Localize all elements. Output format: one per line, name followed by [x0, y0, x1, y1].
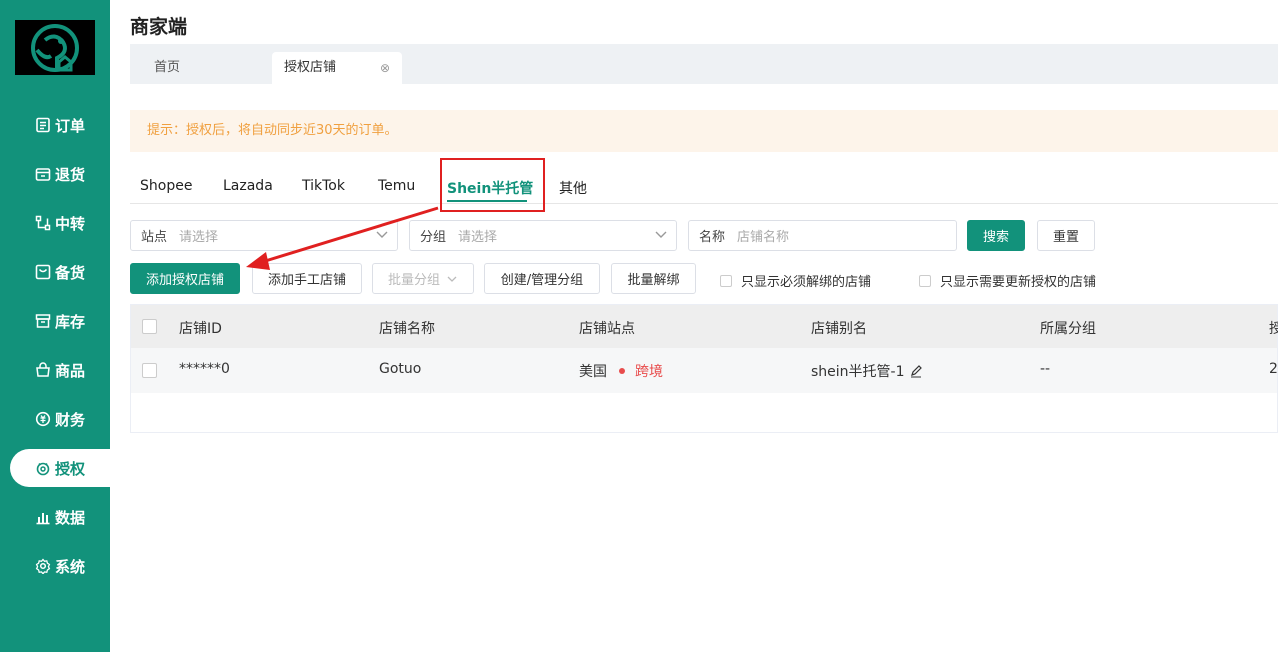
checkbox-label: 只显示必须解绑的店铺	[741, 275, 872, 290]
close-icon[interactable]: ⊗	[380, 52, 390, 84]
tab-divider	[130, 203, 1278, 204]
tab-home[interactable]: 首页	[130, 52, 266, 84]
store-auth: 20	[1269, 361, 1278, 377]
filter-need-reauth[interactable]: 只显示需要更新授权的店铺	[919, 271, 1096, 290]
sidebar-item-products[interactable]: 商品	[10, 351, 110, 389]
store-alias: shein半托管-1	[811, 361, 923, 381]
table-row[interactable]: ******0 Gotuo 美国 跨境 shein半托管-1 -- 20	[131, 348, 1278, 393]
search-button[interactable]: 搜索	[967, 220, 1025, 251]
store-name: Gotuo	[379, 361, 422, 377]
sidebar-item-transfer[interactable]: 中转	[10, 204, 110, 242]
checkbox[interactable]	[919, 274, 931, 287]
sidebar-item-data[interactable]: 数据	[10, 498, 110, 536]
site-select[interactable]: 站点 请选择	[130, 220, 398, 251]
sidebar-item-returns[interactable]: 退货	[10, 155, 110, 193]
sidebar-item-label: 库存	[54, 312, 85, 331]
sidebar-item-finance[interactable]: 财务	[10, 400, 110, 438]
group-select[interactable]: 分组 请选择	[409, 220, 677, 251]
header-store-site: 店铺站点	[579, 321, 635, 337]
data-chart-icon	[36, 513, 50, 525]
tab-label: 首页	[154, 60, 181, 75]
sidebar-item-label: 数据	[54, 508, 85, 527]
batch-unbind-button[interactable]: 批量解绑	[611, 263, 696, 294]
site-type-badge: 跨境	[635, 364, 663, 380]
select-all-checkbox[interactable]	[142, 319, 157, 334]
store-group: --	[1040, 361, 1051, 377]
chevron-down-icon	[376, 231, 388, 238]
group-label: 分组	[420, 230, 447, 245]
finance-icon	[35, 411, 51, 427]
sidebar-item-label: 系统	[54, 557, 85, 576]
name-label: 名称	[699, 230, 726, 245]
create-manage-group-button[interactable]: 创建/管理分组	[484, 263, 600, 294]
add-manual-store-button[interactable]: 添加手工店铺	[252, 263, 362, 294]
chevron-down-icon	[655, 231, 667, 238]
reset-button[interactable]: 重置	[1037, 220, 1095, 251]
platform-tab-tiktok[interactable]: TikTok	[302, 178, 345, 194]
sidebar-item-label: 财务	[54, 410, 85, 429]
store-name-input[interactable]: 名称 店铺名称	[688, 220, 957, 251]
chevron-down-icon	[447, 276, 457, 282]
sidebar-item-label: 中转	[54, 214, 85, 233]
header-group: 所属分组	[1040, 321, 1096, 337]
site-placeholder: 请选择	[179, 230, 219, 245]
order-icon	[36, 117, 50, 133]
group-placeholder: 请选择	[458, 230, 498, 245]
batch-group-label: 批量分组	[387, 273, 440, 288]
name-placeholder: 店铺名称	[737, 230, 790, 245]
header-auth: 授	[1269, 321, 1278, 337]
app-root: 订单 退货 中转 备货 库存 商品 财务 授权 数据 系统 商家端 首页 授权店…	[0, 0, 1278, 652]
inventory-icon	[35, 314, 51, 328]
store-site: 美国 跨境	[579, 361, 663, 381]
checkbox-label: 只显示需要更新授权的店铺	[940, 275, 1097, 290]
sidebar-item-inventory[interactable]: 库存	[10, 302, 110, 340]
sidebar-item-stock-prep[interactable]: 备货	[10, 253, 110, 291]
header-store-id: 店铺ID	[179, 321, 222, 337]
checkbox[interactable]	[720, 274, 732, 287]
authorize-icon	[36, 462, 50, 476]
notice-banner: 提示：授权后，将自动同步近30天的订单。	[130, 110, 1278, 152]
filter-must-unbind[interactable]: 只显示必须解绑的店铺	[720, 271, 871, 290]
sidebar-item-authorize[interactable]: 授权	[10, 449, 110, 487]
page-tab-bar: 首页 授权店铺 ⊗	[130, 44, 1278, 84]
highlight-box	[440, 158, 545, 212]
store-table: 店铺ID 店铺名称 店铺站点 店铺别名 所属分组 授 ******0 Gotuo…	[130, 304, 1278, 433]
transfer-icon	[35, 215, 51, 231]
batch-group-button[interactable]: 批量分组	[372, 263, 474, 294]
sidebar-item-orders[interactable]: 订单	[10, 106, 110, 144]
site-label: 站点	[141, 230, 168, 245]
site-country: 美国	[579, 364, 607, 380]
brand-logo[interactable]	[15, 20, 95, 75]
status-dot	[619, 368, 625, 374]
app-title: 商家端	[130, 16, 188, 38]
row-checkbox[interactable]	[142, 363, 157, 378]
product-icon	[36, 362, 50, 377]
header-store-name: 店铺名称	[379, 321, 435, 337]
sidebar-item-label: 退货	[54, 165, 85, 184]
add-authorized-store-button[interactable]: 添加授权店铺	[130, 263, 240, 294]
header-store-alias: 店铺别名	[811, 321, 867, 337]
tab-authorized-stores[interactable]: 授权店铺 ⊗	[272, 52, 402, 84]
sidebar-item-label: 授权	[54, 459, 85, 478]
platform-tab-lazada[interactable]: Lazada	[223, 178, 273, 194]
sidebar-item-label: 备货	[54, 263, 85, 282]
sidebar-item-system[interactable]: 系统	[10, 547, 110, 585]
store-id: ******0	[179, 361, 230, 377]
return-icon	[35, 168, 51, 181]
table-header: 店铺ID 店铺名称 店铺站点 店铺别名 所属分组 授	[131, 305, 1278, 348]
sidebar-item-label: 商品	[54, 361, 85, 380]
settings-gear-icon	[35, 558, 51, 574]
tab-label: 授权店铺	[284, 60, 337, 75]
platform-tab-temu[interactable]: Temu	[378, 178, 415, 194]
platform-tab-shopee[interactable]: Shopee	[140, 178, 192, 194]
edit-pencil-icon[interactable]	[909, 364, 923, 378]
stock-prep-icon	[35, 264, 51, 280]
sidebar: 订单 退货 中转 备货 库存 商品 财务 授权 数据 系统	[0, 0, 110, 652]
sidebar-item-label: 订单	[54, 116, 85, 135]
platform-tab-other[interactable]: 其他	[559, 178, 587, 198]
alias-text: shein半托管-1	[811, 364, 905, 380]
